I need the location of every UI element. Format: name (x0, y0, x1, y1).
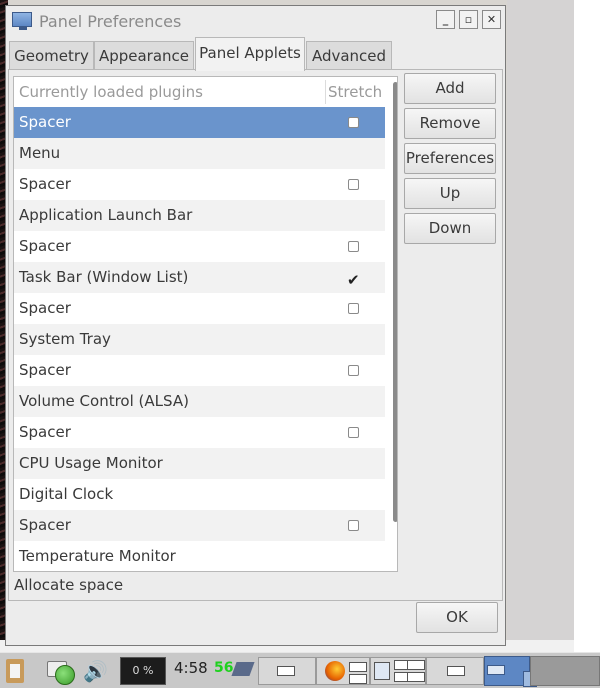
maximize-button[interactable]: ▫ (459, 10, 478, 29)
firefox-icon (325, 661, 345, 681)
list-rows: Spacer Menu Spacer Application Launch Bar Sp… (14, 107, 385, 571)
list-item[interactable]: Spacer (14, 417, 385, 448)
list-item[interactable]: Task Bar (Window List) (14, 262, 385, 296)
list-header: Currently loaded plugins Stretch (14, 77, 385, 108)
plugin-name: Spacer (19, 299, 71, 317)
tab-geometry[interactable]: Geometry (9, 41, 94, 70)
eject-icon[interactable] (231, 662, 255, 676)
window-icon (277, 666, 295, 676)
plugin-name: Menu (19, 144, 61, 162)
window-title: Panel Preferences (39, 12, 182, 31)
scrollbar-thumb[interactable] (393, 82, 397, 522)
clock[interactable]: 4:58 (174, 659, 208, 687)
window-icon (407, 672, 425, 682)
plugin-name: CPU Usage Monitor (19, 454, 163, 472)
column-divider (325, 80, 326, 104)
tab-advanced[interactable]: Advanced (306, 41, 392, 70)
desktop-area (507, 0, 574, 652)
monitor-icon (12, 12, 32, 30)
list-item[interactable]: Digital Clock (14, 479, 385, 510)
plugin-name: Spacer (19, 113, 71, 131)
status-text: Allocate space (14, 576, 124, 594)
temperature-monitor[interactable]: 56 (214, 660, 233, 688)
column-header-plugins[interactable]: Currently loaded plugins (19, 83, 203, 101)
plugin-name: Spacer (19, 175, 71, 193)
taskbar-button-panel[interactable] (426, 657, 484, 685)
column-header-stretch[interactable]: Stretch (328, 83, 382, 101)
list-item[interactable]: System Tray (14, 324, 385, 355)
tab-appearance[interactable]: Appearance (94, 41, 194, 70)
list-item[interactable]: Temperature Monitor (14, 541, 385, 571)
list-item[interactable]: Volume Control (ALSA) (14, 386, 385, 417)
close-button[interactable]: ✕ (482, 10, 501, 29)
tab-panel-applets[interactable]: Panel Applets (195, 37, 305, 71)
plugins-list[interactable]: Currently loaded plugins Stretch Spacer M… (13, 76, 398, 572)
list-item[interactable]: Spacer (14, 107, 385, 138)
stretch-checkbox[interactable] (348, 117, 359, 128)
taskbar: 🔊 0 % 4:58 56 (0, 652, 600, 688)
pager-desktop-inactive[interactable] (530, 656, 600, 686)
stretch-checkbox[interactable] (348, 179, 359, 190)
stretch-checkbox[interactable] (348, 241, 359, 252)
down-button[interactable]: Down (404, 213, 496, 244)
desktop-area-edge (574, 0, 600, 652)
list-item[interactable]: CPU Usage Monitor (14, 448, 385, 479)
stretch-checkbox[interactable] (348, 520, 359, 531)
stretch-checkbox[interactable] (348, 303, 359, 314)
cpu-monitor[interactable]: 0 % (120, 657, 166, 685)
window-icon (407, 660, 425, 670)
list-item[interactable]: Menu (14, 138, 385, 169)
stretch-checkbox[interactable] (348, 365, 359, 376)
list-item[interactable]: Spacer (14, 169, 385, 200)
clipboard-icon[interactable] (6, 659, 24, 683)
pager-desktop-1[interactable] (487, 665, 505, 675)
stretch-checkbox[interactable] (348, 427, 359, 438)
speaker-icon[interactable]: 🔊 (83, 660, 111, 682)
list-item[interactable]: Spacer (14, 510, 385, 541)
window-icon (349, 662, 367, 672)
globe-icon[interactable] (55, 665, 75, 685)
list-item[interactable]: Spacer (14, 231, 385, 262)
list-item[interactable]: Application Launch Bar (14, 200, 385, 231)
taskbar-button[interactable] (258, 657, 316, 685)
pager-icon[interactable] (484, 656, 537, 687)
remove-button[interactable]: Remove (404, 108, 496, 139)
taskbar-button-firefox[interactable] (316, 657, 370, 685)
add-button[interactable]: Add (404, 73, 496, 104)
window-icon (349, 674, 367, 684)
list-item[interactable]: Spacer (14, 293, 385, 324)
plugin-name: Spacer (19, 516, 71, 534)
plugin-name: Task Bar (Window List) (19, 268, 189, 286)
panel-preferences-window: Panel Preferences _ ▫ ✕ Geometry Appeara… (5, 5, 506, 646)
plugin-name: System Tray (19, 330, 111, 348)
list-item[interactable]: Spacer (14, 355, 385, 386)
taskbar-button-windows[interactable] (370, 657, 426, 685)
stretch-checkbox[interactable] (347, 265, 360, 296)
minimize-button[interactable]: _ (436, 10, 455, 29)
plugin-name: Spacer (19, 423, 71, 441)
plugin-name: Temperature Monitor (19, 547, 176, 565)
plugin-name: Spacer (19, 361, 71, 379)
up-button[interactable]: Up (404, 178, 496, 209)
window-icon (447, 666, 465, 676)
plugin-name: Volume Control (ALSA) (19, 392, 189, 410)
plugin-name: Application Launch Bar (19, 206, 193, 224)
plugin-name: Digital Clock (19, 485, 114, 503)
plugin-name: Spacer (19, 237, 71, 255)
title-bar[interactable]: Panel Preferences _ ▫ ✕ (6, 6, 505, 36)
ok-button[interactable]: OK (416, 602, 498, 633)
preferences-button[interactable]: Preferences (404, 143, 496, 174)
window-icon (374, 662, 390, 680)
